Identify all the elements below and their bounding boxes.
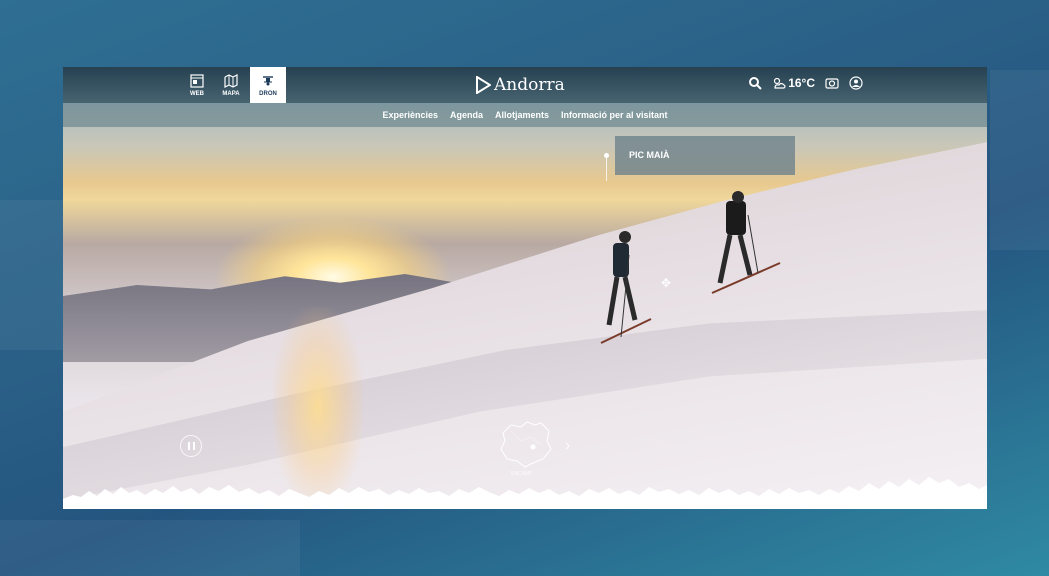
nav-visitor-info[interactable]: Informació per al visitant: [561, 110, 668, 120]
browser-viewport: WEB MAPA DRON Andorra 16°C Experiències …: [63, 67, 987, 509]
temperature: 16°C: [788, 76, 815, 90]
user-icon[interactable]: [849, 76, 863, 90]
skier-left: [600, 231, 652, 344]
ridge-silhouette: [63, 477, 987, 509]
main-nav: Experiències Agenda Allotjaments Informa…: [63, 103, 987, 127]
move-cursor-icon: ✥: [661, 276, 672, 290]
pause-button[interactable]: [180, 435, 202, 457]
nav-experiences[interactable]: Experiències: [382, 110, 438, 120]
search-icon[interactable]: [748, 76, 762, 90]
chevron-right-icon[interactable]: ›: [565, 437, 570, 455]
drone-icon: [263, 75, 273, 85]
camera-icon[interactable]: [825, 76, 839, 90]
poi-card[interactable]: PIC MAIÀ: [615, 136, 795, 175]
map-icon: [224, 73, 238, 88]
header-tools: 16°C: [748, 76, 863, 90]
poi-pointer-line: [606, 155, 607, 181]
weather-widget[interactable]: 16°C: [772, 76, 815, 90]
poi-marker[interactable]: [604, 153, 609, 158]
pause-icon: [187, 442, 190, 450]
play-logo-icon: [476, 76, 491, 94]
nav-agenda[interactable]: Agenda: [450, 110, 483, 120]
mode-drone[interactable]: DRON: [250, 67, 286, 103]
nav-accommodation[interactable]: Allotjaments: [495, 110, 549, 120]
skier-right: [711, 191, 781, 294]
logo-text: Andorra: [494, 75, 565, 95]
andorra-minimap[interactable]: [497, 419, 553, 469]
web-icon: [190, 73, 204, 88]
mode-web[interactable]: WEB: [179, 67, 215, 103]
poi-label: PIC MAIÀ: [629, 150, 670, 160]
background-tile: [0, 200, 70, 350]
mode-web-label: WEB: [190, 90, 204, 97]
mode-map-label: MAPA: [222, 90, 240, 97]
mode-drone-label: DRON: [259, 90, 277, 97]
top-bar: WEB MAPA DRON Andorra 16°C: [63, 67, 987, 103]
background-tile: [990, 70, 1049, 250]
andorra-logo[interactable]: Andorra: [475, 75, 565, 95]
mode-map[interactable]: MAPA: [213, 67, 249, 103]
background-tile: [0, 520, 300, 576]
sun-cloud-icon: [774, 77, 786, 89]
